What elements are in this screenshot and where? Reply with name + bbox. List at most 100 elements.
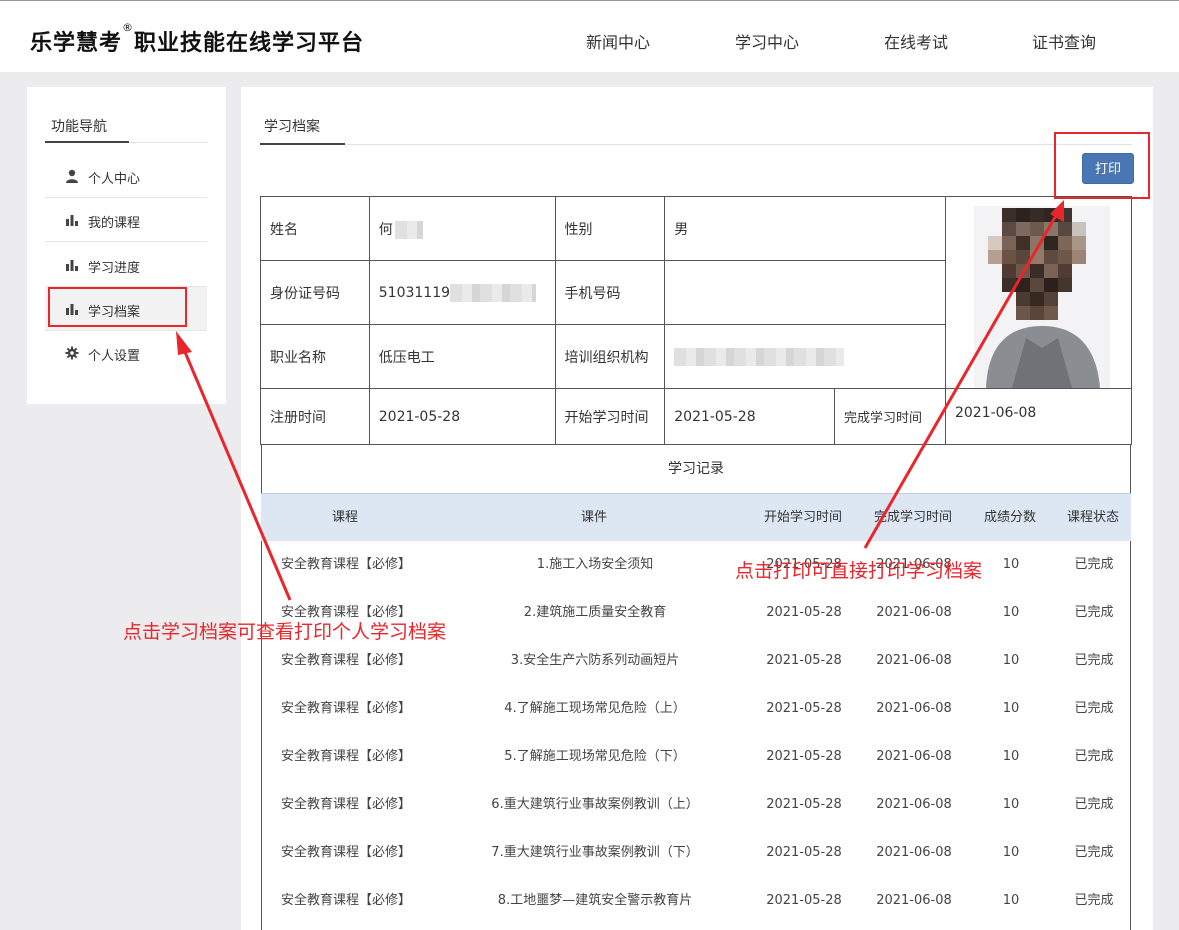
tab-divider bbox=[260, 144, 1132, 145]
nav-online-exam[interactable]: 在线考试 bbox=[884, 29, 948, 53]
cell-start-time: 2021-05-28 bbox=[766, 701, 842, 716]
records-title: 学习记录 bbox=[261, 445, 1131, 493]
nav-certificate-query[interactable]: 证书查询 bbox=[1032, 29, 1096, 53]
records-header: 课程 课件 开始学习时间 完成学习时间 成绩分数 课程状态 bbox=[261, 493, 1131, 541]
col-header-start-time: 开始学习时间 bbox=[763, 510, 842, 525]
cell-courseware: 2.建筑施工质量安全教育 bbox=[523, 605, 667, 620]
cell-course: 安全教育课程【必修】 bbox=[280, 845, 411, 860]
cell-score: 10 bbox=[1002, 893, 1020, 908]
table-row: 安全教育课程【必修】 7.重大建筑行业事故案例教训（下） 2021-05-28 … bbox=[262, 829, 1130, 877]
cell-course: 安全教育课程【必修】 bbox=[280, 797, 411, 812]
cell-score: 10 bbox=[1002, 605, 1020, 620]
site-logo[interactable]: 乐学慧考®职业技能在线学习平台 bbox=[30, 21, 364, 57]
cell-course: 安全教育课程【必修】 bbox=[280, 653, 411, 668]
cell-status: 已完成 bbox=[1074, 845, 1114, 860]
cell-courseware: 5.了解施工现场常见危险（下） bbox=[504, 749, 686, 764]
job-value: 低压电工 bbox=[368, 324, 556, 389]
col-header-score: 成绩分数 bbox=[983, 510, 1036, 525]
cell-score: 10 bbox=[1002, 797, 1020, 812]
profile-table: 姓名 何 性别 男 身份证号码 51031119 手机号码 职业名称 低压电工 … bbox=[260, 196, 1133, 445]
table-row: 安全教育课程【必修】 4.了解施工现场常见危险（上） 2021-05-28 20… bbox=[262, 685, 1130, 733]
phone-value bbox=[664, 260, 946, 325]
cell-start-time: 2021-05-28 bbox=[766, 893, 842, 908]
redacted-text bbox=[674, 347, 845, 366]
cell-start-time: 2021-05-28 bbox=[766, 797, 842, 812]
cell-score: 10 bbox=[1002, 749, 1020, 764]
records-body: 安全教育课程【必修】 1.施工入场安全须知 2021-05-28 2021-06… bbox=[261, 541, 1131, 930]
cell-status: 已完成 bbox=[1074, 797, 1114, 812]
name-label: 姓名 bbox=[260, 196, 370, 261]
sidebar-item-learning-archive[interactable]: 学习档案 bbox=[45, 287, 207, 331]
cell-course: 安全教育课程【必修】 bbox=[280, 701, 411, 716]
cell-finish-time: 2021-06-08 bbox=[876, 893, 952, 908]
cell-score: 10 bbox=[1002, 845, 1020, 860]
tab-learning-archive[interactable]: 学习档案 bbox=[264, 116, 320, 136]
cell-courseware: 8.工地噩梦—建筑安全警示教育片 bbox=[497, 893, 693, 908]
sidebar-item-personal-center[interactable]: 个人中心 bbox=[45, 154, 207, 198]
annotation-left: 点击学习档案可查看打印个人学习档案 bbox=[123, 621, 447, 643]
cell-course: 安全教育课程【必修】 bbox=[280, 557, 411, 572]
cell-start-time: 2021-05-28 bbox=[766, 845, 842, 860]
cell-courseware: 4.了解施工现场常见危险（上） bbox=[504, 701, 686, 716]
table-row: 安全教育课程【必修】 1.施工入场安全须知 2021-05-28 2021-06… bbox=[262, 541, 1130, 589]
start-value: 2021-05-28 bbox=[664, 388, 836, 445]
annotation-right: 点击打印可直接打印学习档案 bbox=[735, 560, 983, 582]
finish-value: 2021-06-08 bbox=[944, 388, 1133, 445]
org-label: 培训组织机构 bbox=[554, 324, 666, 389]
cell-courseware: 7.重大建筑行业事故案例教训（下） bbox=[491, 845, 699, 860]
sidebar-item-label: 个人中心 bbox=[88, 172, 141, 187]
phone-label: 手机号码 bbox=[554, 260, 666, 325]
name-value: 何 bbox=[368, 196, 556, 261]
reg-label: 注册时间 bbox=[260, 388, 370, 445]
sidebar-item-label: 个人设置 bbox=[88, 349, 141, 364]
sidebar-item-progress[interactable]: 学习进度 bbox=[45, 243, 207, 287]
gender-value: 男 bbox=[664, 196, 946, 261]
cell-start-time: 2021-05-28 bbox=[766, 605, 842, 620]
cell-courseware: 1.施工入场安全须知 bbox=[536, 557, 654, 572]
print-button[interactable]: 打印 bbox=[1082, 153, 1134, 184]
user-icon bbox=[66, 169, 78, 183]
cell-start-time: 2021-05-28 bbox=[766, 653, 842, 668]
cell-finish-time: 2021-06-08 bbox=[876, 797, 952, 812]
top-header: 乐学慧考®职业技能在线学习平台 新闻中心 学习中心 在线考试 证书查询 bbox=[0, 0, 1179, 72]
main-panel: 学习档案 打印 姓名 何 性别 男 身份证号码 51031119 手机号码 职业… bbox=[241, 87, 1153, 930]
cell-finish-time: 2021-06-08 bbox=[876, 845, 952, 860]
sidebar-item-label: 学习档案 bbox=[88, 305, 141, 320]
org-value bbox=[664, 324, 946, 389]
finish-label: 完成学习时间 bbox=[834, 388, 946, 445]
id-label: 身份证号码 bbox=[260, 260, 370, 325]
redacted-text bbox=[394, 220, 423, 239]
photo-cell bbox=[944, 196, 1133, 389]
cell-score: 10 bbox=[1002, 701, 1020, 716]
sidebar-title: 功能导航 bbox=[51, 119, 107, 135]
cell-courseware: 6.重大建筑行业事故案例教训（上） bbox=[491, 797, 699, 812]
cell-finish-time: 2021-06-08 bbox=[876, 653, 952, 668]
bar-chart-icon bbox=[66, 215, 78, 226]
cell-courseware: 3.安全生产六防系列动画短片 bbox=[510, 653, 680, 668]
table-row: 安全教育课程【必修】 3.安全生产六防系列动画短片 2021-05-28 202… bbox=[262, 637, 1130, 685]
cell-finish-time: 2021-06-08 bbox=[876, 701, 952, 716]
cell-status: 已完成 bbox=[1074, 749, 1114, 764]
cell-score: 10 bbox=[1002, 653, 1020, 668]
sidebar-item-my-courses[interactable]: 我的课程 bbox=[45, 198, 207, 242]
nav-learning-center[interactable]: 学习中心 bbox=[735, 29, 799, 53]
sidebar: 功能导航 个人中心 我的课程 学习进度 学习档案 个人设置 bbox=[27, 87, 226, 404]
gender-label: 性别 bbox=[554, 196, 666, 261]
cell-status: 已完成 bbox=[1074, 605, 1114, 620]
profile-photo bbox=[945, 197, 1131, 388]
cell-finish-time: 2021-06-08 bbox=[876, 749, 952, 764]
cell-status: 已完成 bbox=[1074, 653, 1114, 668]
sidebar-item-settings[interactable]: 个人设置 bbox=[45, 331, 207, 375]
cell-status: 已完成 bbox=[1074, 701, 1114, 716]
table-row: 安全教育课程【必修】 5.了解施工现场常见危险（下） 2021-05-28 20… bbox=[262, 733, 1130, 781]
sidebar-item-label: 学习进度 bbox=[88, 261, 141, 276]
id-value: 51031119 bbox=[368, 260, 556, 325]
nav-news[interactable]: 新闻中心 bbox=[586, 29, 650, 53]
cell-finish-time: 2021-06-08 bbox=[876, 605, 952, 620]
cell-course: 安全教育课程【必修】 bbox=[280, 893, 411, 908]
cell-course: 安全教育课程【必修】 bbox=[280, 749, 411, 764]
bar-chart-icon bbox=[66, 260, 78, 271]
table-row: 安全教育课程【必修】 6.重大建筑行业事故案例教训（上） 2021-05-28 … bbox=[262, 781, 1130, 829]
cell-start-time: 2021-05-28 bbox=[766, 749, 842, 764]
col-header-courseware: 课件 bbox=[580, 510, 607, 525]
